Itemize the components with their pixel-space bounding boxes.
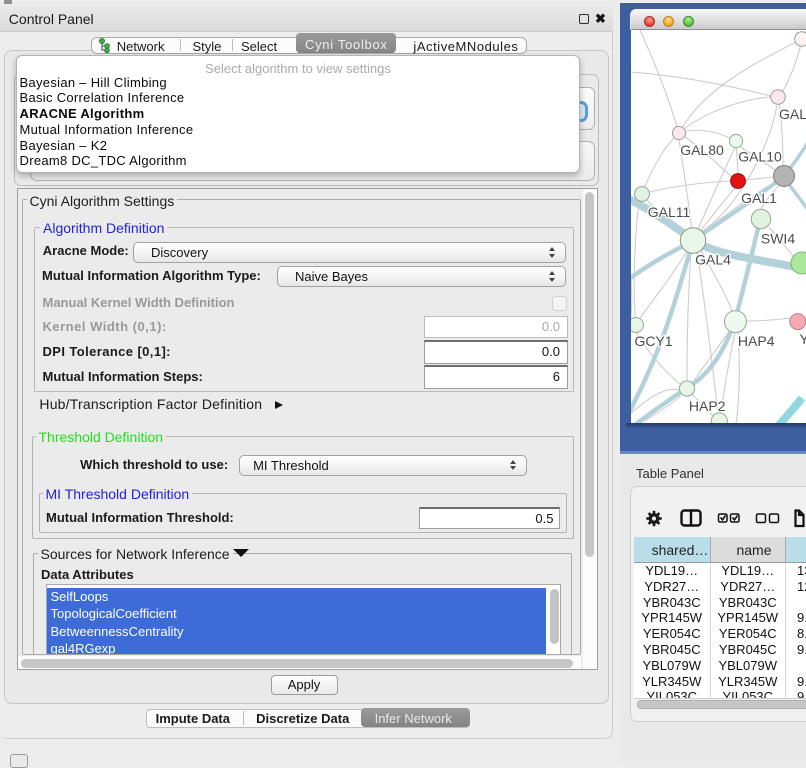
svg-text:GCY1: GCY1 bbox=[634, 333, 672, 349]
svg-text:GAL7: GAL7 bbox=[779, 106, 806, 122]
svg-text:GAL11: GAL11 bbox=[648, 204, 691, 220]
svg-text:SWI4: SWI4 bbox=[761, 231, 795, 247]
svg-text:GAL1: GAL1 bbox=[741, 190, 777, 206]
svg-text:GAL80: GAL80 bbox=[680, 142, 724, 158]
svg-text:GAL4: GAL4 bbox=[695, 252, 731, 268]
svg-text:HAP4: HAP4 bbox=[738, 333, 775, 349]
svg-text:GAL10: GAL10 bbox=[738, 149, 782, 165]
svg-text:YD: YD bbox=[800, 331, 806, 347]
svg-text:HAP2: HAP2 bbox=[689, 398, 726, 414]
